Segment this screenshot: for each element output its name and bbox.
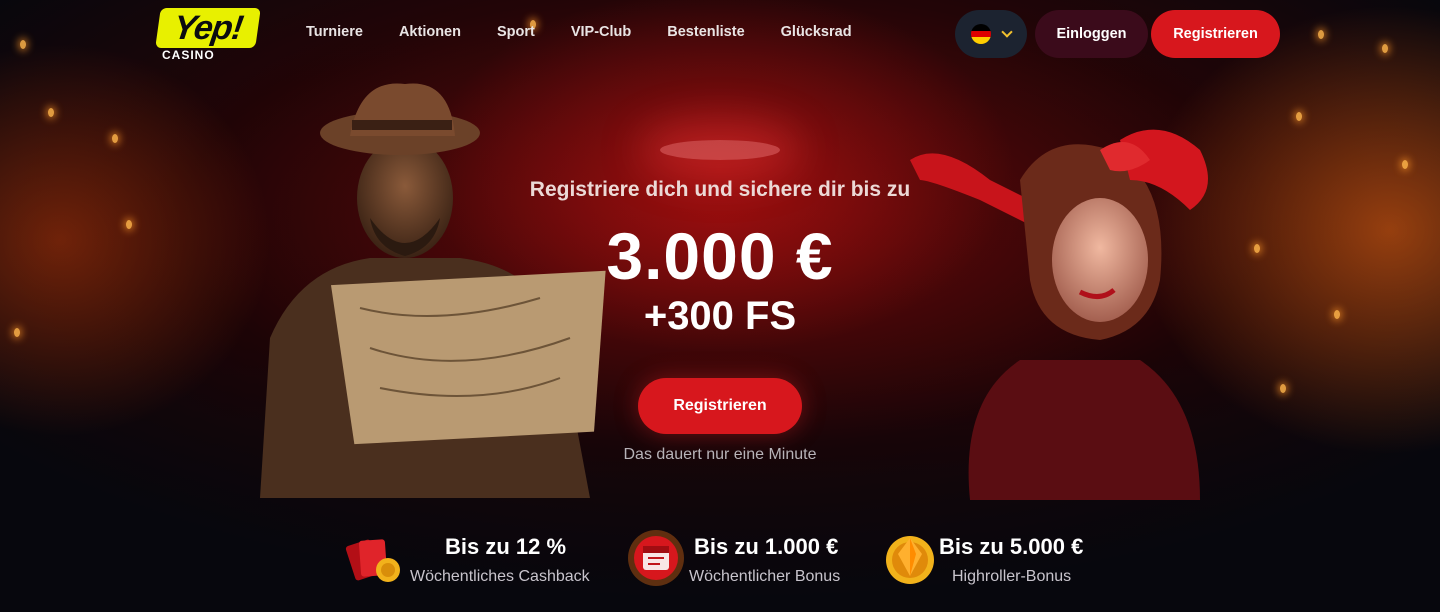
feature-strip: Bis zu 12 % Wöchentliches Cashback Bis z… [0,520,1440,600]
nav-item-bestenliste[interactable]: Bestenliste [667,24,744,40]
yep-casino-logo[interactable]: Yep! CASINO [155,8,261,64]
nav-item-gluecksrad[interactable]: Glücksrad [781,24,852,40]
germany-flag-icon [971,24,991,44]
feature-subtitle: Wöchentlicher Bonus [689,568,841,585]
nav-item-vip-club[interactable]: VIP-Club [571,24,631,40]
feature-subtitle: Wöchentliches Cashback [410,568,590,585]
nav-item-sport[interactable]: Sport [497,24,535,40]
register-button-header[interactable]: Registrieren [1151,10,1280,58]
bonus-calendar-icon [628,530,684,586]
feature-weekly-bonus[interactable]: Bis zu 1.000 € Wöchentlicher Bonus [626,520,866,590]
hero-tagline: Registriere dich und sichere dir bis zu [529,178,911,201]
language-selector[interactable] [955,10,1027,58]
register-button-hero[interactable]: Registrieren [638,378,802,434]
highroller-gem-icon [886,536,934,584]
hero-bonus-amount: 3.000 € [606,219,834,293]
nav-item-aktionen[interactable]: Aktionen [399,24,461,40]
logo-mark: Yep! [155,8,261,48]
login-button[interactable]: Einloggen [1035,10,1148,58]
chevron-down-icon [1001,26,1013,38]
feature-subtitle: Highroller-Bonus [952,568,1072,585]
site-header: Yep! CASINO Turniere Aktionen Sport VIP-… [0,0,1440,68]
feature-highroller[interactable]: Bis zu 5.000 € Highroller-Bonus [880,520,1100,590]
main-navigation: Turniere Aktionen Sport VIP-Club Bestenl… [306,24,852,40]
logo-subtitle: CASINO [162,48,215,62]
hero-free-spins: +300 FS [643,294,797,338]
feature-title: Bis zu 1.000 € [694,534,839,559]
feature-title: Bis zu 5.000 € [939,534,1084,559]
hero-note: Das dauert nur eine Minute [623,446,817,463]
feature-cashback[interactable]: Bis zu 12 % Wöchentliches Cashback [344,520,614,590]
cashback-cards-icon [345,539,400,582]
feature-title: Bis zu 12 % [445,534,567,559]
nav-item-turniere[interactable]: Turniere [306,24,363,40]
